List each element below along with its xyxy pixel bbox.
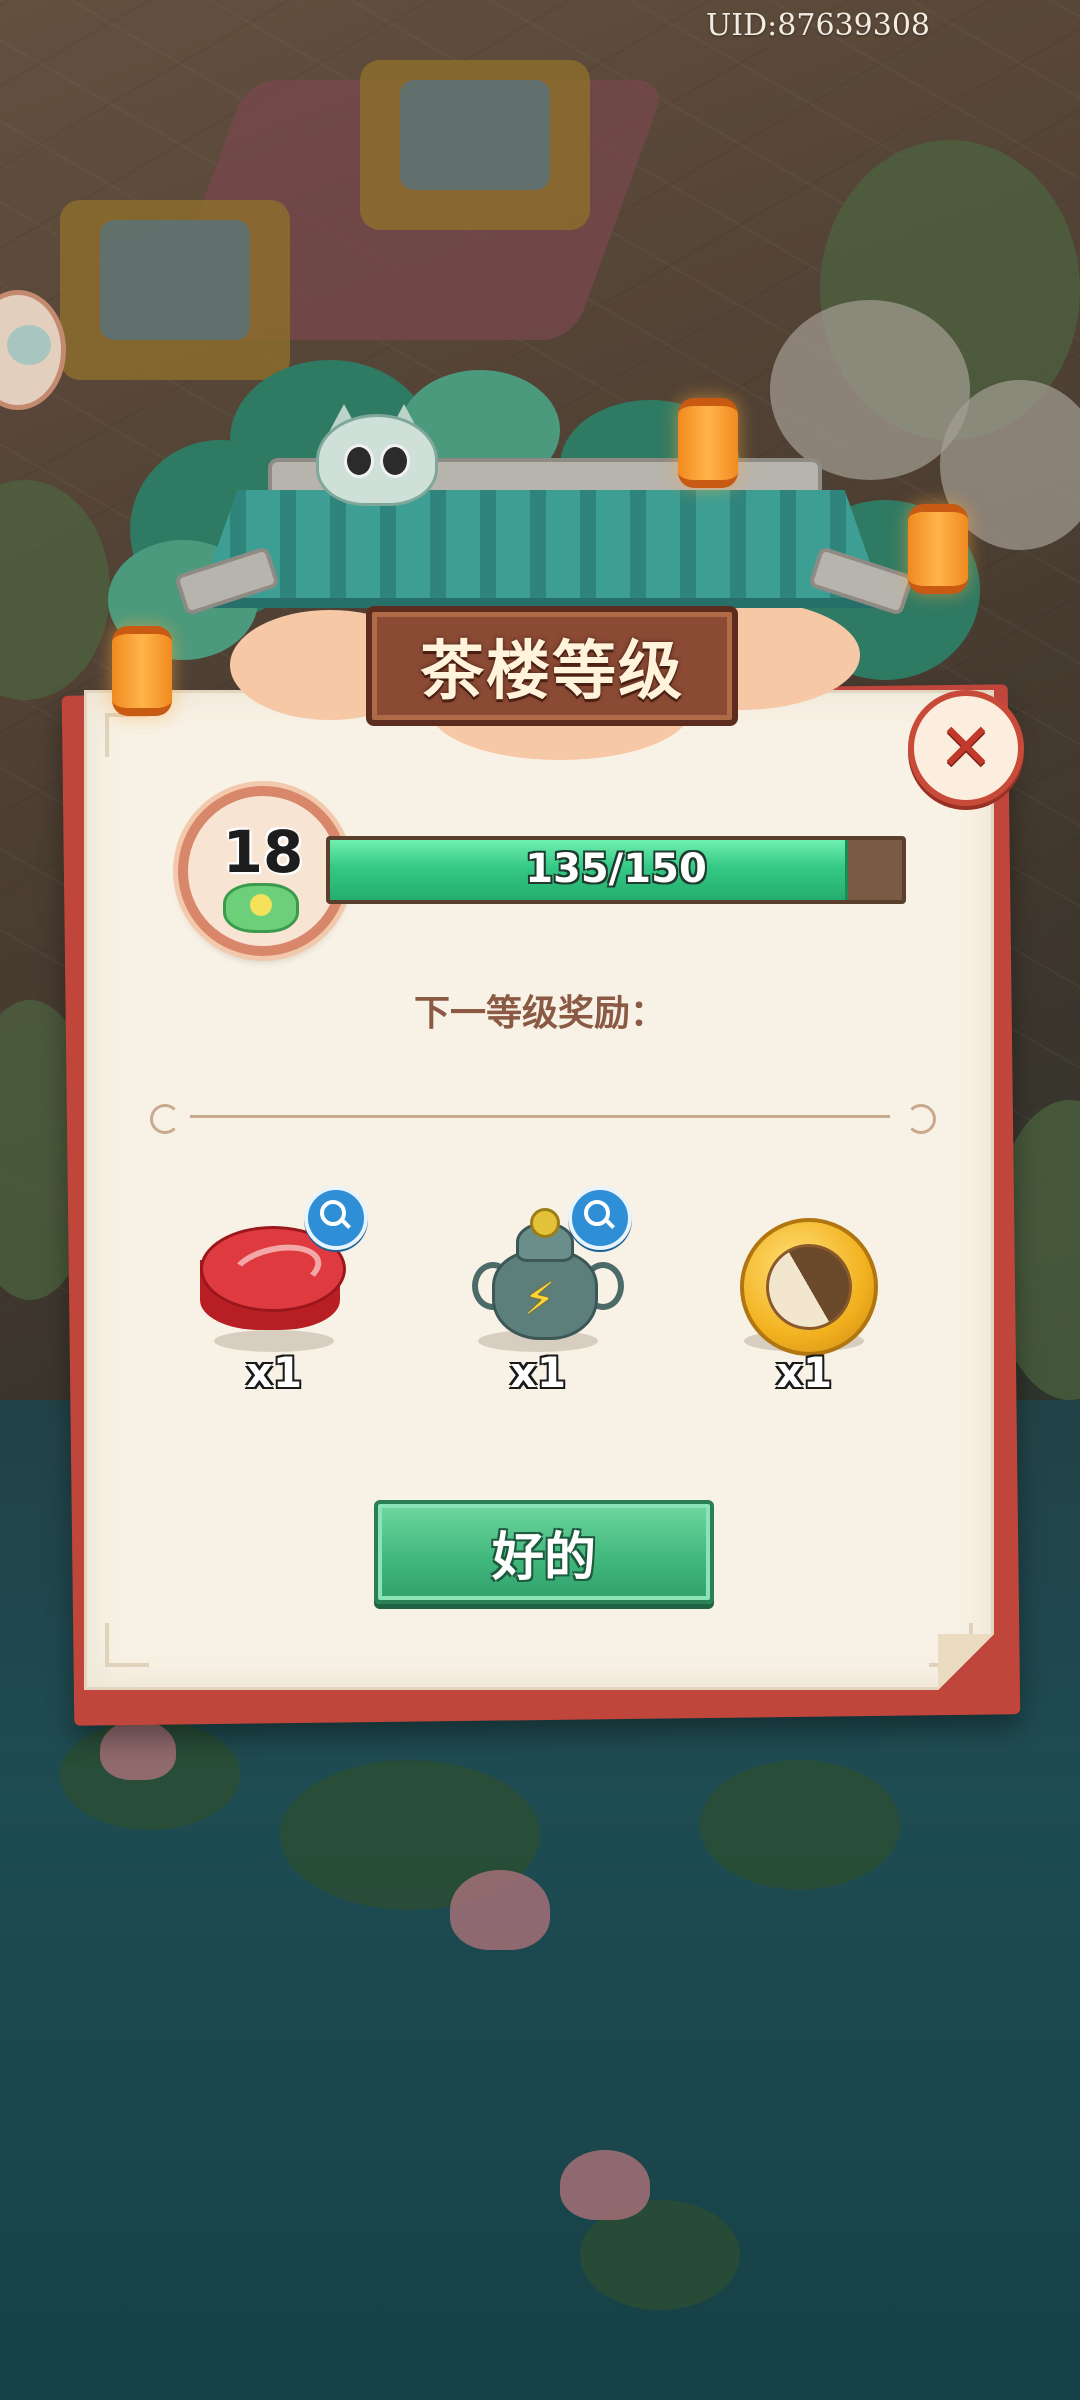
reward-item[interactable]: ⚡ x1	[438, 1180, 638, 1410]
cat-avatar-icon	[7, 325, 51, 365]
lantern-icon	[678, 398, 738, 488]
next-level-rewards-label: 下一等级奖励：	[413, 992, 666, 1034]
reward-quantity: x1	[509, 1348, 567, 1397]
dialog-title: 茶楼等级	[420, 634, 684, 709]
magnifier-icon[interactable]	[304, 1186, 368, 1250]
user-id-label: UID:87639308	[706, 8, 930, 43]
yin-yang-coin-icon	[740, 1218, 878, 1356]
divider-ornament	[150, 1104, 180, 1134]
ok-button[interactable]: 好的	[374, 1500, 714, 1604]
level-badge: 18	[178, 786, 348, 956]
cat-mascot-icon	[310, 404, 438, 506]
level-progress-text: 135/150	[525, 846, 707, 892]
lantern-icon	[112, 626, 172, 716]
divider	[190, 1115, 890, 1118]
lantern-icon	[908, 504, 968, 594]
magnifier-icon[interactable]	[568, 1186, 632, 1250]
pagoda-roof	[196, 490, 886, 608]
close-button[interactable]: ✕	[908, 690, 1024, 806]
divider-ornament	[906, 1104, 936, 1134]
ok-button-label: 好的	[491, 1526, 596, 1588]
level-progress-bar: 135/150	[326, 836, 906, 904]
reward-item[interactable]: x1	[174, 1180, 374, 1410]
page-fold-decor	[938, 1634, 994, 1690]
close-icon: ✕	[938, 709, 994, 786]
level-number: 18	[222, 818, 304, 886]
flower-icon	[226, 886, 296, 930]
reward-item[interactable]: x1	[704, 1180, 904, 1410]
reward-quantity: x1	[245, 1348, 303, 1397]
dialog-title-plaque: 茶楼等级	[366, 606, 738, 726]
reward-quantity: x1	[775, 1348, 833, 1397]
